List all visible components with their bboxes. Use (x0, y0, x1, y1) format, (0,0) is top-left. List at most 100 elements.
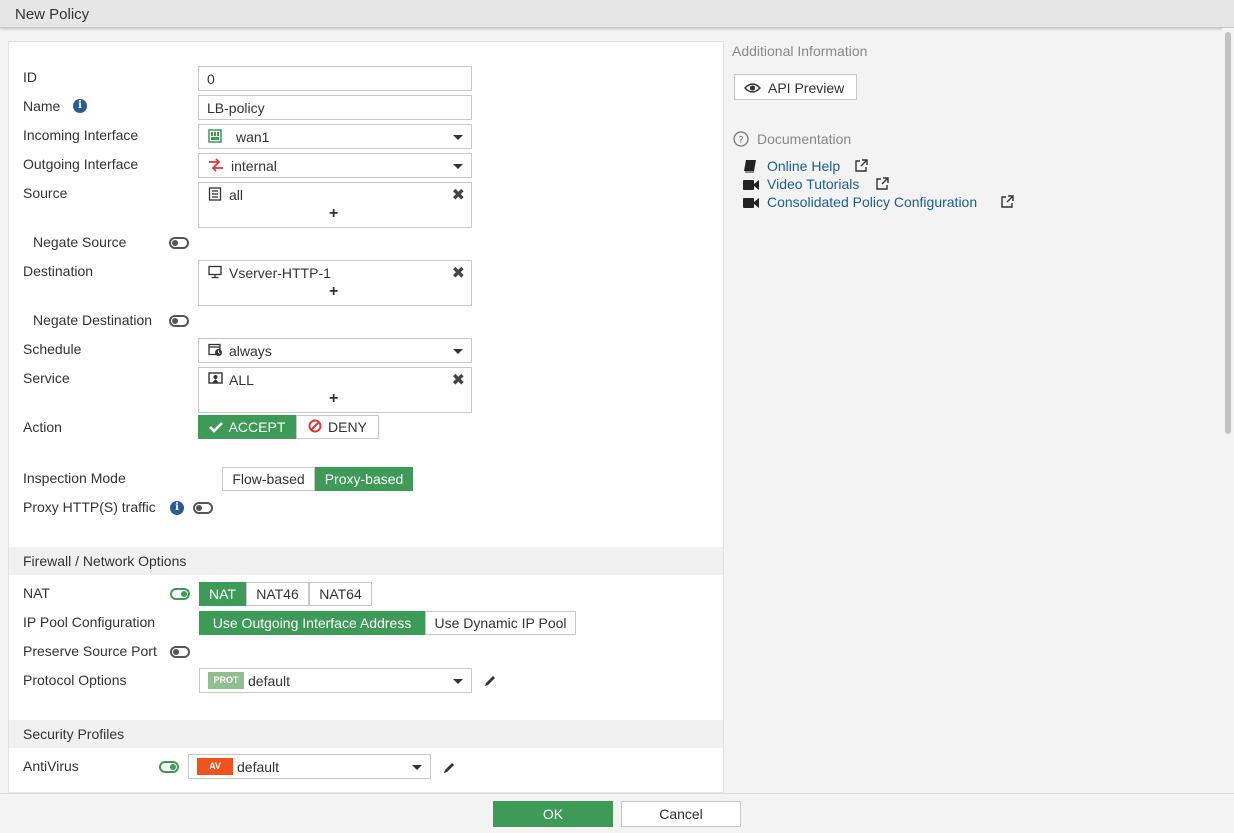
inspection-mode-label: Inspection Mode (23, 470, 126, 486)
nat-button[interactable]: NAT (199, 582, 246, 606)
deny-label: DENY (328, 419, 367, 435)
nat-toggle[interactable] (170, 588, 190, 600)
chevron-down-icon (453, 135, 463, 140)
outgoing-interface-label: Outgoing Interface (23, 156, 139, 172)
window-titlebar: New Policy (0, 0, 1234, 28)
action-label: Action (23, 419, 62, 435)
documentation-heading: Documentation (757, 131, 852, 147)
av-badge: AV (197, 758, 233, 775)
negate-source-toggle[interactable] (169, 237, 189, 249)
dialog-footer: OK Cancel (0, 793, 1234, 833)
negate-destination-label: Negate Destination (33, 312, 153, 328)
switch-icon (208, 158, 224, 175)
source-field[interactable]: all ✖ + (198, 182, 472, 228)
firewall-section-title: Firewall / Network Options (23, 553, 187, 569)
protocol-options-select[interactable]: PROT default (199, 668, 472, 693)
use-outgoing-interface-button[interactable]: Use Outgoing Interface Address (199, 611, 425, 635)
destination-field[interactable]: Vserver-HTTP-1 ✖ + (198, 260, 472, 306)
name-input[interactable]: LB-policy (198, 95, 472, 120)
book-icon (743, 159, 757, 176)
online-help-link[interactable]: Online Help (767, 158, 840, 174)
external-link-icon[interactable] (1000, 194, 1015, 212)
service-field[interactable]: ALL ✖ + (198, 367, 472, 413)
accept-button[interactable]: ACCEPT (198, 415, 296, 439)
id-input[interactable]: 0 (198, 66, 472, 91)
close-icon[interactable]: ✖ (452, 263, 465, 283)
question-icon: ? (733, 131, 749, 150)
ip-pool-label: IP Pool Configuration (23, 614, 156, 630)
add-icon[interactable]: + (329, 205, 338, 223)
antivirus-value: default (237, 759, 280, 775)
scrollbar[interactable] (1222, 28, 1234, 793)
incoming-interface-label: Incoming Interface (23, 127, 139, 143)
api-preview-label: API Preview (768, 80, 845, 96)
firewall-section-header: Firewall / Network Options (9, 547, 723, 575)
antivirus-toggle[interactable] (159, 761, 179, 773)
cancel-button[interactable]: Cancel (621, 801, 741, 827)
schedule-label: Schedule (23, 341, 82, 357)
name-label: Name (23, 98, 61, 114)
window-title: New Policy (15, 6, 90, 23)
deny-button[interactable]: DENY (296, 415, 379, 439)
video-icon (743, 178, 759, 194)
id-label: ID (23, 69, 37, 85)
side-panel: Additional Information API Preview ? Doc… (732, 41, 1218, 793)
external-link-icon[interactable] (854, 158, 869, 176)
chevron-down-icon (453, 349, 463, 354)
close-icon[interactable]: ✖ (452, 370, 465, 390)
monitor-icon (208, 265, 222, 282)
preserve-source-port-label: Preserve Source Port (23, 643, 157, 659)
consolidated-policy-link[interactable]: Consolidated Policy Configuration (767, 194, 977, 210)
antivirus-select[interactable]: AV default (188, 754, 431, 779)
antivirus-label: AntiVirus (23, 758, 79, 774)
security-section-title: Security Profiles (23, 726, 125, 742)
outgoing-interface-select[interactable]: internal (198, 153, 472, 178)
scrollbar-thumb[interactable] (1225, 32, 1231, 434)
ok-button[interactable]: OK (493, 801, 613, 827)
nat64-button[interactable]: NAT64 (309, 582, 372, 606)
chevron-down-icon (453, 164, 463, 169)
schedule-select[interactable]: always (198, 338, 472, 363)
security-section-header: Security Profiles (9, 720, 723, 748)
info-icon[interactable]: i (73, 99, 87, 113)
destination-value: Vserver-HTTP-1 (229, 265, 331, 281)
accept-label: ACCEPT (228, 419, 286, 435)
schedule-value: always (229, 343, 272, 359)
preserve-source-port-toggle[interactable] (170, 646, 190, 658)
incoming-interface-value: wan1 (236, 129, 270, 145)
protocol-options-value: default (248, 673, 291, 689)
prot-badge: PROT (208, 672, 244, 689)
deny-icon (308, 417, 322, 439)
proxy-http-label: Proxy HTTP(S) traffic (23, 499, 156, 515)
close-icon[interactable]: ✖ (452, 185, 465, 205)
flow-based-button[interactable]: Flow-based (222, 467, 315, 491)
port-icon (208, 129, 222, 146)
chevron-down-icon (453, 679, 463, 684)
destination-label: Destination (23, 263, 94, 279)
negate-destination-toggle[interactable] (169, 315, 189, 327)
pencil-icon[interactable] (442, 761, 456, 778)
id-value: 0 (207, 71, 215, 87)
incoming-interface-select[interactable]: wan1 (198, 124, 472, 149)
schedule-icon (208, 343, 223, 360)
proxy-http-toggle[interactable] (193, 502, 213, 514)
add-icon[interactable]: + (329, 390, 338, 408)
external-link-icon[interactable] (875, 176, 890, 194)
name-value: LB-policy (207, 100, 265, 116)
svg-text:?: ? (738, 135, 743, 146)
api-preview-button[interactable]: API Preview (734, 74, 857, 100)
proxy-based-button[interactable]: Proxy-based (315, 467, 413, 491)
nat46-button[interactable]: NAT46 (246, 582, 309, 606)
add-icon[interactable]: + (329, 283, 338, 301)
negate-source-label: Negate Source (33, 234, 127, 250)
video-tutorials-link[interactable]: Video Tutorials (767, 176, 859, 192)
additional-info-heading: Additional Information (732, 43, 868, 59)
use-dynamic-ip-pool-button[interactable]: Use Dynamic IP Pool (425, 611, 576, 635)
info-icon[interactable]: i (170, 501, 184, 515)
service-label: Service (23, 370, 70, 386)
video-icon (743, 196, 759, 212)
outgoing-interface-value: internal (231, 158, 277, 174)
pencil-icon[interactable] (483, 674, 497, 691)
source-value: all (229, 187, 244, 203)
source-label: Source (23, 185, 68, 201)
